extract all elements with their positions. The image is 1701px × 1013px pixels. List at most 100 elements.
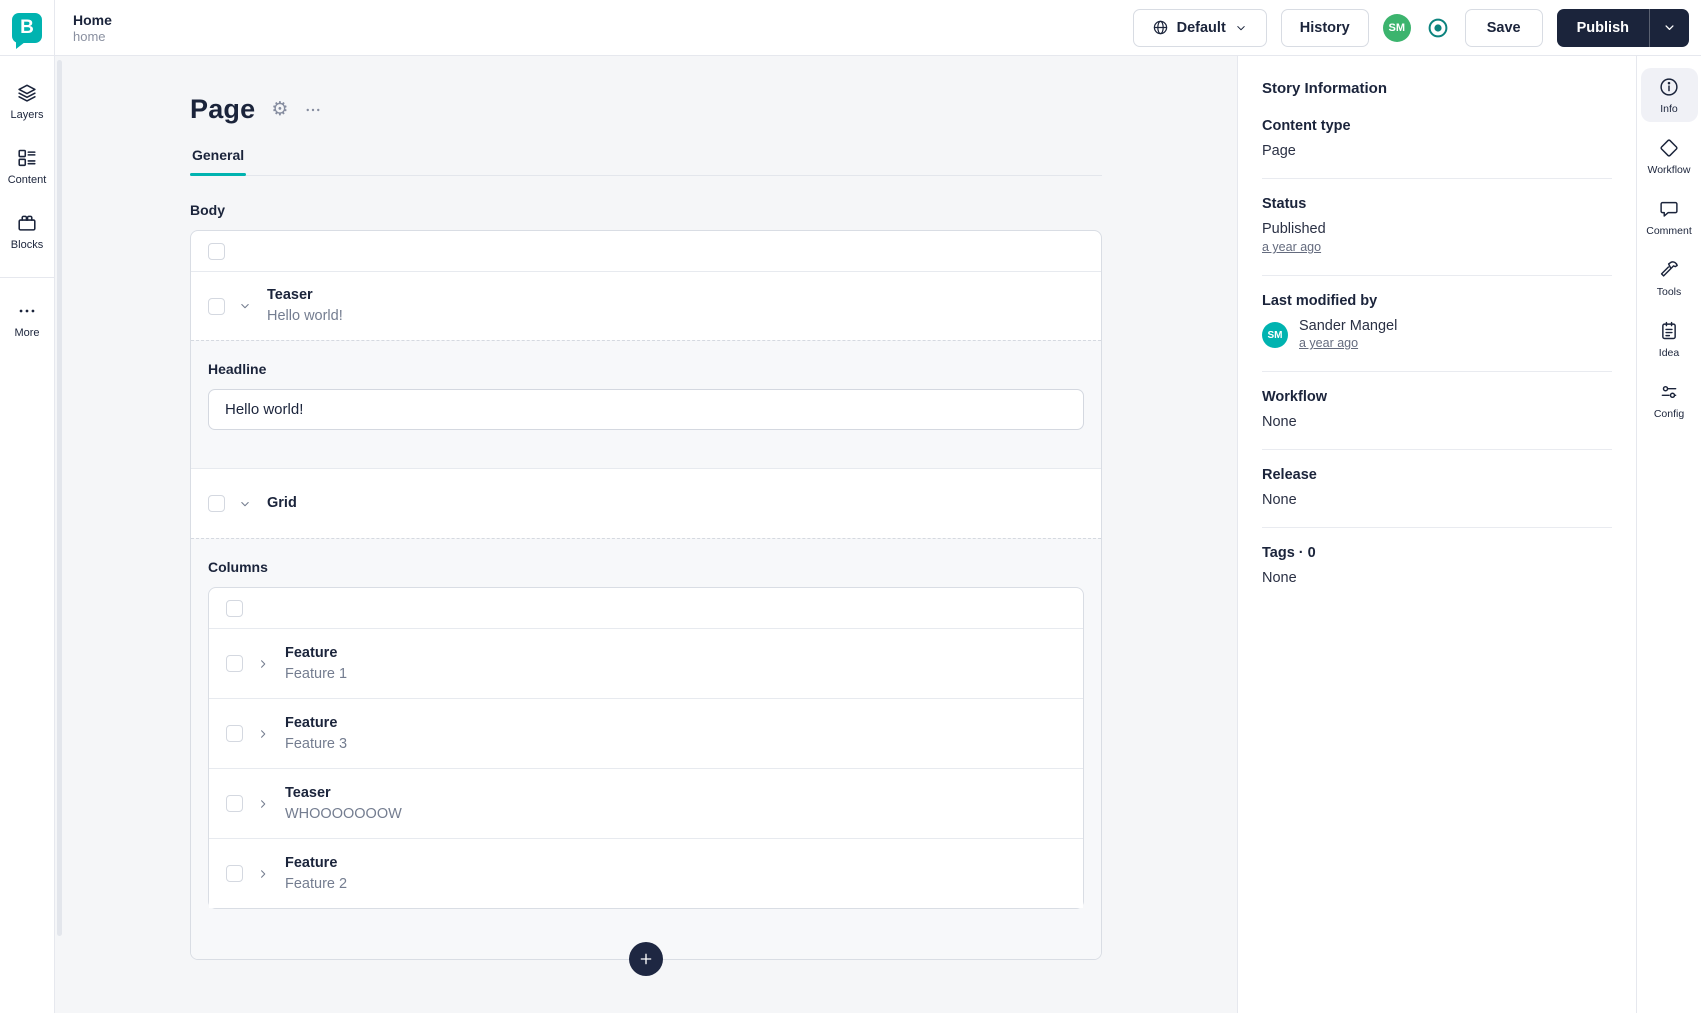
sidebar-item-label: Blocks — [10, 239, 44, 251]
panel-title: Story Information — [1262, 80, 1388, 97]
collapse-toggle[interactable] — [238, 497, 252, 511]
block-checkbox[interactable] — [208, 495, 225, 512]
block-subtitle: Feature 2 — [285, 875, 348, 892]
comment-icon — [1660, 201, 1678, 217]
block-type: Teaser — [285, 784, 331, 801]
collapse-toggle[interactable] — [238, 299, 252, 313]
vertical-scrollbar[interactable] — [57, 60, 62, 936]
block-checkbox[interactable] — [226, 655, 243, 672]
settings-gear-button[interactable]: ⚙ — [271, 100, 288, 119]
tab-general[interactable]: General — [190, 147, 247, 176]
modifier-name: Sander Mangel — [1299, 318, 1398, 334]
block-type: Feature — [285, 854, 338, 871]
expand-toggle[interactable] — [256, 797, 270, 811]
select-all-checkbox[interactable] — [208, 242, 225, 260]
block-type: Teaser — [267, 287, 313, 303]
chevron-down-icon — [1665, 25, 1674, 30]
block-row-teaser[interactable]: Teaser Hello world! — [191, 271, 1101, 340]
block-subtitle: Feature 1 — [285, 665, 348, 682]
block-subtitle: WHOOOOOOOW — [285, 805, 402, 822]
story-information-panel: Story Information Content type Page Stat… — [1237, 56, 1636, 1013]
sidebar-item-content[interactable]: Content — [0, 147, 54, 186]
block-row-grid[interactable]: Grid — [191, 469, 1101, 538]
sidebar-item-label: Content — [7, 174, 47, 186]
rail-item-config[interactable]: Config — [1641, 373, 1698, 427]
select-all-row — [209, 588, 1083, 628]
rail-item-idea[interactable]: Idea — [1641, 312, 1698, 366]
select-all-checkbox[interactable] — [226, 599, 243, 617]
layers-icon — [18, 84, 36, 102]
tags-section: Tags · 0 None — [1262, 528, 1612, 605]
block-subtitle: Feature 3 — [285, 735, 348, 752]
more-icon — [19, 309, 35, 313]
language-selector[interactable]: Default — [1132, 8, 1267, 47]
workflow-icon — [1660, 139, 1678, 157]
block-checkbox[interactable] — [226, 795, 243, 812]
chevron-right-icon — [261, 729, 266, 738]
block-subtitle: Hello world! — [267, 308, 343, 324]
ellipsis-icon — [306, 108, 320, 111]
globe-icon — [1153, 20, 1167, 35]
rail-item-comment[interactable]: Comment — [1641, 190, 1698, 244]
columns-field-label: Columns — [208, 559, 268, 575]
publish-split-button: Publish — [1556, 8, 1689, 47]
breadcrumb[interactable]: Home home — [73, 11, 112, 45]
sidebar-divider — [0, 277, 54, 278]
columns-blocks-card: Feature Feature 1 Feature Feature 3 Teas… — [208, 587, 1084, 909]
headline-input[interactable] — [208, 389, 1084, 430]
content-type-section: Content type Page — [1262, 97, 1612, 179]
page-options-button[interactable] — [304, 101, 322, 119]
block-checkbox[interactable] — [208, 297, 225, 315]
expand-toggle[interactable] — [256, 867, 270, 881]
chevron-right-icon — [261, 659, 266, 668]
history-button[interactable]: History — [1280, 8, 1369, 47]
rail-item-info[interactable]: Info — [1640, 68, 1698, 122]
release-section: Release None — [1262, 450, 1612, 528]
workflow-value: None — [1262, 414, 1297, 430]
tools-icon — [1660, 261, 1678, 277]
chevron-right-icon — [261, 869, 266, 878]
block-row-teaser-whoow[interactable]: Teaser WHOOOOOOOW — [209, 768, 1083, 838]
publish-dropdown-button[interactable] — [1649, 8, 1689, 47]
block-row-feature-3[interactable]: Feature Feature 3 — [209, 698, 1083, 768]
user-avatar[interactable]: SM — [1382, 13, 1411, 42]
expand-toggle[interactable] — [256, 727, 270, 741]
block-row-feature-2[interactable]: Feature Feature 2 — [209, 838, 1083, 908]
rail-item-tools[interactable]: Tools — [1641, 251, 1698, 305]
gear-icon: ⚙ — [271, 98, 289, 120]
editor-tabs: General — [190, 147, 1102, 176]
content-icon — [18, 149, 36, 167]
sidebar-item-blocks[interactable]: Blocks — [0, 212, 54, 251]
block-row-feature-1[interactable]: Feature Feature 1 — [209, 628, 1083, 698]
app-window: B Layers Content Blocks More Home home D… — [0, 0, 1701, 1013]
blocks-icon — [18, 215, 36, 231]
last-modified-section: Last modified by SM Sander Mangel a year… — [1262, 276, 1612, 372]
publish-button[interactable]: Publish — [1557, 9, 1649, 47]
storyblok-logo[interactable]: B — [0, 0, 54, 56]
grid-expanded-section: Columns Feature Feature 1 Feature Featur… — [191, 538, 1101, 959]
save-button[interactable]: Save — [1464, 8, 1543, 47]
status-time-link[interactable]: a year ago — [1262, 240, 1321, 254]
block-type: Feature — [285, 644, 338, 661]
block-type: Grid — [267, 495, 297, 511]
sidebar-item-label: Layers — [10, 109, 44, 121]
breadcrumb-slug: home — [73, 28, 106, 44]
preview-toggle-icon[interactable] — [1425, 15, 1451, 41]
sidebar-item-label: More — [14, 327, 40, 339]
select-all-row — [191, 231, 1101, 271]
block-checkbox[interactable] — [226, 725, 243, 742]
sidebar-item-more[interactable]: More — [0, 300, 54, 339]
modifier-avatar: SM — [1262, 322, 1288, 348]
rail-item-workflow[interactable]: Workflow — [1641, 129, 1698, 183]
modified-time-link[interactable]: a year ago — [1299, 336, 1358, 350]
plus-icon — [640, 953, 652, 965]
expand-toggle[interactable] — [256, 657, 270, 671]
add-block-button[interactable] — [629, 942, 663, 976]
body-field-label: Body — [190, 202, 225, 218]
release-value: None — [1262, 492, 1297, 508]
workflow-section: Workflow None — [1262, 372, 1612, 450]
top-bar: Home home Default History SM Save Publis… — [55, 0, 1701, 56]
chevron-down-icon — [241, 304, 249, 309]
block-checkbox[interactable] — [226, 865, 243, 882]
sidebar-item-layers[interactable]: Layers — [0, 82, 54, 121]
